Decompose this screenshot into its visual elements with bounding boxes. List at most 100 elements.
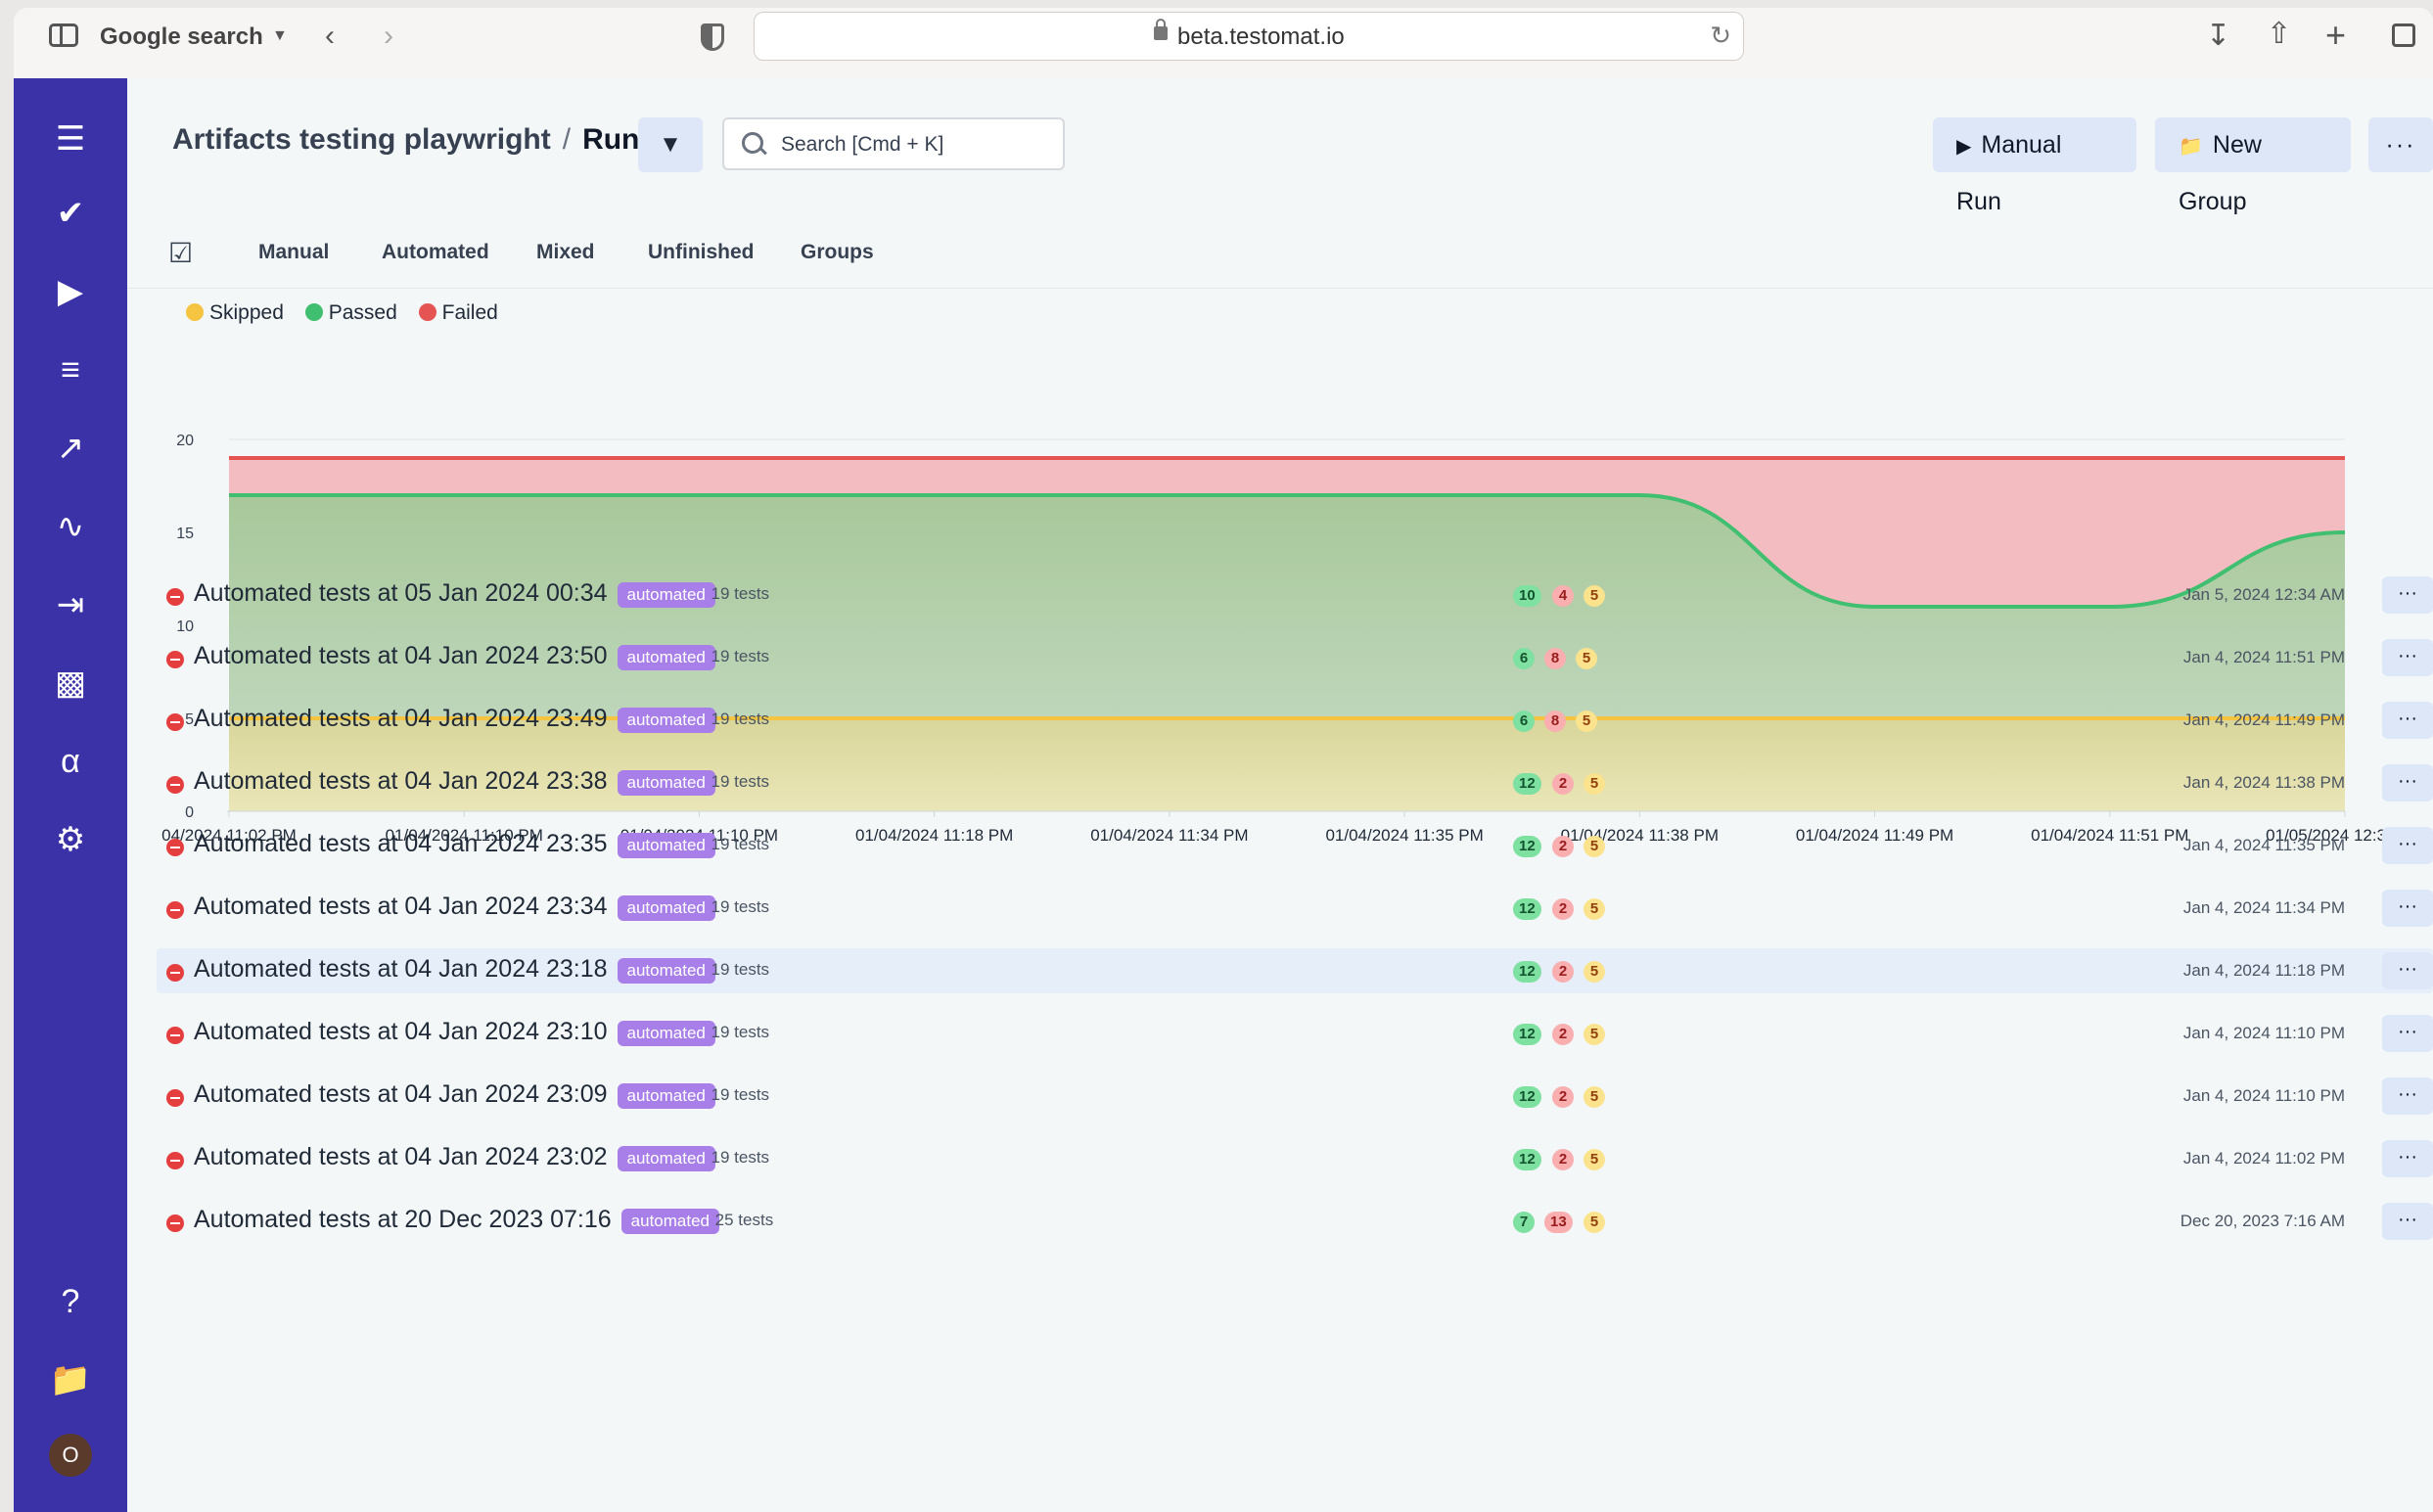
breadcrumb-project[interactable]: Artifacts testing playwright: [172, 123, 551, 156]
privacy-shield-icon[interactable]: [701, 23, 724, 51]
passed-count-badge: 12: [1513, 1086, 1541, 1108]
new-group-button[interactable]: 📁 New Group: [2155, 117, 2351, 215]
failed-count-badge: 2: [1552, 898, 1574, 920]
failed-count-badge: 2: [1552, 1024, 1574, 1045]
back-arrow-icon[interactable]: ‹: [325, 22, 335, 51]
run-more-button[interactable]: ···: [2382, 1077, 2433, 1115]
run-date: Jan 4, 2024 11:49 PM: [2182, 710, 2345, 729]
browser-tab-title[interactable]: Google search: [100, 23, 263, 51]
run-test-count: 19 tests: [711, 647, 770, 665]
menu-icon[interactable]: ☰: [47, 115, 94, 162]
passed-count-badge: 12: [1513, 836, 1541, 857]
analytics-chart-icon[interactable]: ▩: [47, 660, 94, 707]
skipped-count-badge: 5: [1584, 1086, 1605, 1108]
run-title[interactable]: Automated tests at 04 Jan 2024 23:34: [194, 893, 608, 921]
import-icon[interactable]: ⇥: [47, 581, 94, 628]
run-more-button[interactable]: ···: [2382, 702, 2433, 739]
skipped-count-badge: 5: [1584, 836, 1605, 857]
share-icon[interactable]: ⇧: [2267, 20, 2291, 49]
run-title[interactable]: Automated tests at 04 Jan 2024 23:02: [194, 1143, 608, 1171]
tab-automated[interactable]: Automated: [382, 241, 489, 264]
run-row[interactable]: Automated tests at 04 Jan 2024 23:38 auto…: [157, 760, 2433, 805]
run-test-count: 19 tests: [711, 960, 770, 979]
run-more-button[interactable]: ···: [2382, 764, 2433, 802]
manual-run-button[interactable]: ▶ Manual Run: [1933, 117, 2136, 215]
avatar[interactable]: O: [49, 1434, 92, 1477]
select-checkbox-icon[interactable]: ☑: [168, 237, 193, 269]
run-row[interactable]: Automated tests at 05 Jan 2024 00:34 auto…: [157, 573, 2433, 618]
failed-status-icon: [166, 839, 184, 856]
reload-icon[interactable]: ↻: [1710, 21, 1731, 51]
chevron-down-icon[interactable]: ▼: [272, 27, 288, 45]
run-row[interactable]: Automated tests at 04 Jan 2024 23:34 auto…: [157, 886, 2433, 931]
failed-status-icon: [166, 1152, 184, 1169]
run-more-button[interactable]: ···: [2382, 890, 2433, 927]
tests-check-icon[interactable]: ✔: [47, 190, 94, 237]
run-row[interactable]: Automated tests at 04 Jan 2024 23:09 auto…: [157, 1074, 2433, 1119]
run-more-button[interactable]: ···: [2382, 1203, 2433, 1240]
address-bar[interactable]: beta.testomat.io ↻: [754, 12, 1744, 61]
plans-list-icon[interactable]: ≡: [47, 346, 94, 393]
run-row[interactable]: Automated tests at 04 Jan 2024 23:02 auto…: [157, 1136, 2433, 1181]
folder-plus-icon: 📁: [2179, 136, 2203, 158]
run-type-tag: automated: [617, 770, 715, 796]
tab-mixed[interactable]: Mixed: [536, 241, 595, 264]
run-title[interactable]: Automated tests at 04 Jan 2024 23:38: [194, 767, 608, 796]
tab-groups[interactable]: Groups: [801, 241, 874, 264]
run-title[interactable]: Automated tests at 04 Jan 2024 23:50: [194, 642, 608, 670]
pulse-icon[interactable]: ∿: [47, 503, 94, 550]
failed-count-badge: 4: [1552, 585, 1574, 607]
run-more-button[interactable]: ···: [2382, 827, 2433, 864]
app: ☰ ✔ ▶ ≡ ↗ ∿ ⇥ ▩ α ⚙ ? 📁 O Artifacts test…: [14, 78, 2433, 1512]
run-title[interactable]: Automated tests at 05 Jan 2024 00:34: [194, 579, 608, 608]
run-title[interactable]: Automated tests at 04 Jan 2024 23:18: [194, 955, 608, 984]
settings-gear-icon[interactable]: ⚙: [47, 816, 94, 863]
legend-label: Failed: [441, 301, 498, 324]
more-options-button[interactable]: ···: [2368, 117, 2433, 172]
new-tab-icon[interactable]: +: [2325, 18, 2346, 53]
browser-toolbar: Google search ▼ ‹ › beta.testomat.io ↻ ↧…: [14, 8, 2433, 79]
branches-icon[interactable]: α: [47, 738, 94, 785]
legend-item-passed[interactable]: Passed: [304, 301, 397, 324]
legend-item-failed[interactable]: Failed: [418, 301, 498, 324]
passed-count-badge: 6: [1513, 648, 1535, 669]
run-row[interactable]: Automated tests at 20 Dec 2023 07:16 auto…: [157, 1199, 2433, 1244]
filter-button[interactable]: ▼: [638, 117, 703, 172]
run-row[interactable]: Automated tests at 04 Jan 2024 23:18 auto…: [157, 948, 2433, 993]
run-more-button[interactable]: ···: [2382, 952, 2433, 989]
run-row[interactable]: Automated tests at 04 Jan 2024 23:50 auto…: [157, 635, 2433, 680]
skipped-count-badge: 5: [1584, 773, 1605, 795]
tab-unfinished[interactable]: Unfinished: [648, 241, 755, 264]
run-more-button[interactable]: ···: [2382, 639, 2433, 676]
run-title[interactable]: Automated tests at 04 Jan 2024 23:10: [194, 1018, 608, 1046]
run-row[interactable]: Automated tests at 04 Jan 2024 23:10 auto…: [157, 1011, 2433, 1056]
projects-folder-icon[interactable]: 📁: [47, 1356, 94, 1403]
help-icon[interactable]: ?: [47, 1278, 94, 1325]
run-test-count: 19 tests: [711, 835, 770, 853]
run-date: Jan 4, 2024 11:10 PM: [2182, 1086, 2345, 1105]
run-row[interactable]: Automated tests at 04 Jan 2024 23:35 auto…: [157, 823, 2433, 868]
legend-item-skipped[interactable]: Skipped: [186, 301, 284, 324]
runs-play-icon[interactable]: ▶: [47, 268, 94, 315]
run-more-button[interactable]: ···: [2382, 1140, 2433, 1177]
tab-overview-icon[interactable]: [2392, 23, 2415, 47]
search-box[interactable]: [722, 117, 1065, 170]
run-title[interactable]: Automated tests at 04 Jan 2024 23:49: [194, 705, 608, 733]
y-tick-label: 20: [176, 433, 194, 449]
run-title[interactable]: Automated tests at 04 Jan 2024 23:35: [194, 830, 608, 858]
run-test-count: 19 tests: [711, 710, 770, 728]
failed-count-badge: 2: [1552, 836, 1574, 857]
passed-count-badge: 12: [1513, 898, 1541, 920]
steps-icon[interactable]: ↗: [47, 425, 94, 472]
tab-manual[interactable]: Manual: [258, 241, 329, 264]
run-test-count: 19 tests: [711, 1085, 770, 1104]
run-more-button[interactable]: ···: [2382, 576, 2433, 614]
search-input[interactable]: [779, 129, 1057, 160]
run-title[interactable]: Automated tests at 04 Jan 2024 23:09: [194, 1080, 608, 1109]
sidebar-toggle-icon[interactable]: [49, 23, 78, 47]
run-title[interactable]: Automated tests at 20 Dec 2023 07:16: [194, 1206, 612, 1234]
run-row[interactable]: Automated tests at 04 Jan 2024 23:49 auto…: [157, 698, 2433, 743]
download-icon[interactable]: ↧: [2206, 22, 2230, 51]
forward-arrow-icon[interactable]: ›: [384, 22, 393, 51]
run-more-button[interactable]: ···: [2382, 1015, 2433, 1052]
